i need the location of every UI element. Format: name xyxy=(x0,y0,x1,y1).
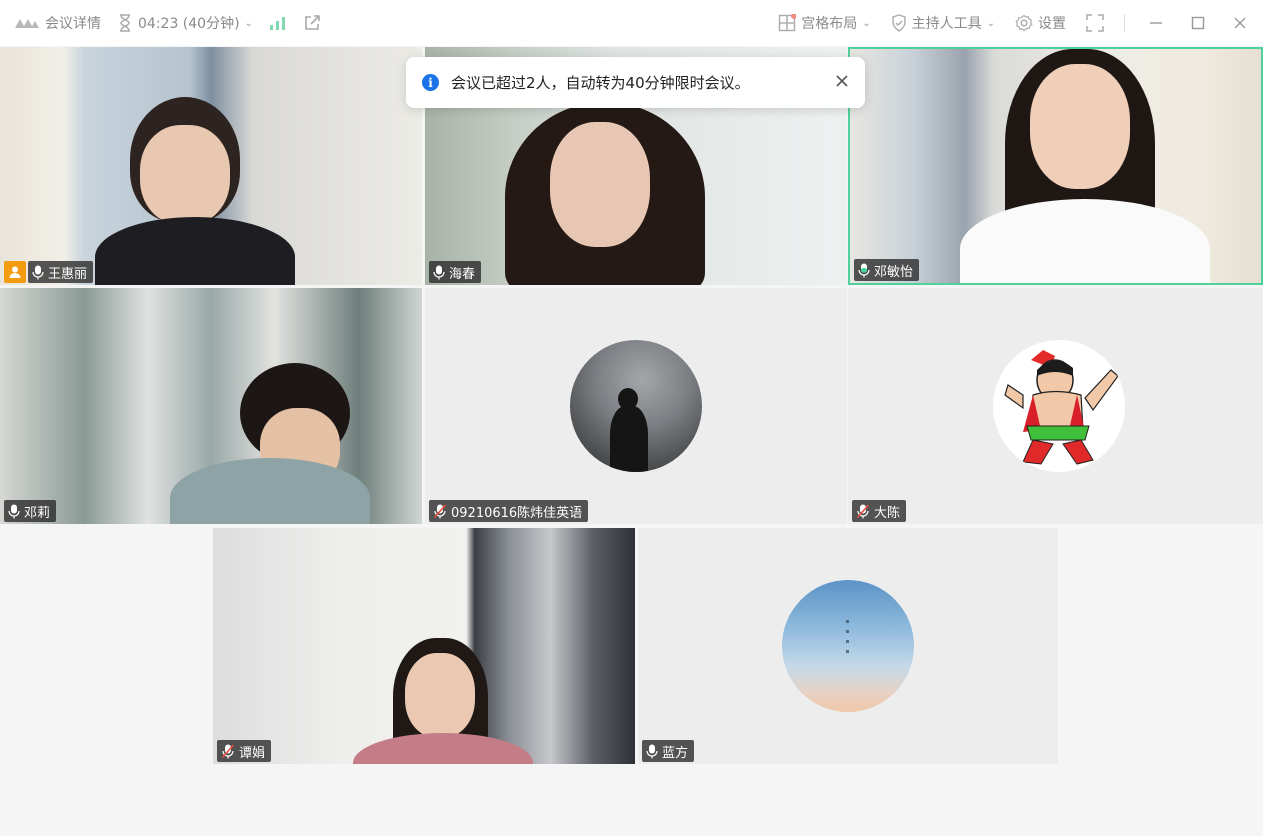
participant-name: 09210616陈炜佳英语 xyxy=(451,505,583,521)
chevron-down-icon: ⌄ xyxy=(862,17,871,29)
participant-tile[interactable]: 09210616陈炜佳英语 xyxy=(425,288,847,524)
video-person xyxy=(960,49,1210,283)
chevron-down-icon: ⌄ xyxy=(986,17,995,29)
participant-name: 邓莉 xyxy=(24,505,51,521)
participant-name-tag: 海春 xyxy=(429,261,482,283)
signal-bars-icon xyxy=(269,17,285,30)
participant-name-tag: 09210616陈炜佳英语 xyxy=(429,500,589,522)
maximize-icon xyxy=(1191,16,1205,30)
microphone-icon xyxy=(8,504,20,518)
network-signal[interactable] xyxy=(269,15,287,31)
participant-name-tag: 邓敏怡 xyxy=(854,259,920,281)
shield-check-icon xyxy=(891,14,906,32)
toast-message: 会议已超过2人，自动转为40分钟限时会议。 xyxy=(451,74,750,92)
participant-avatar xyxy=(782,580,914,712)
participant-name-tag: 蓝方 xyxy=(642,740,695,762)
video-person xyxy=(353,638,533,764)
hourglass-icon xyxy=(120,14,130,32)
grid-layout-label: 宫格布局 xyxy=(801,16,858,32)
participant-name: 海春 xyxy=(449,266,476,282)
grid-layout-button[interactable]: 宫格布局 ⌄ xyxy=(778,13,871,33)
microphone-icon xyxy=(433,265,445,279)
minimize-button[interactable] xyxy=(1145,12,1167,34)
external-link-icon xyxy=(305,15,320,30)
microphone-muted-icon xyxy=(856,503,870,518)
timer-label: 04:23 (40分钟) xyxy=(138,16,240,32)
meeting-details-label: 会议详情 xyxy=(45,16,101,32)
fullscreen-button[interactable] xyxy=(1086,14,1104,32)
video-person xyxy=(505,102,725,285)
host-tools-label: 主持人工具 xyxy=(911,16,982,32)
gear-icon xyxy=(1015,14,1033,32)
microphone-muted-icon xyxy=(433,503,447,518)
minimize-icon xyxy=(1150,22,1162,24)
meeting-timer[interactable]: 04:23 (40分钟) ⌄ xyxy=(117,13,253,33)
microphone-speaking-icon xyxy=(858,263,870,277)
share-link-button[interactable] xyxy=(303,14,321,32)
settings-label: 设置 xyxy=(1038,16,1066,32)
microphone-muted-icon xyxy=(221,743,235,758)
toolbar-divider xyxy=(1124,14,1125,32)
toast-close-button[interactable] xyxy=(835,72,849,93)
host-tools-button[interactable]: 主持人工具 ⌄ xyxy=(891,13,995,33)
participant-avatar xyxy=(993,340,1125,472)
video-person xyxy=(95,97,295,285)
participant-name-tag: 邓莉 xyxy=(4,500,57,522)
cartoon-calabash-boy-avatar xyxy=(1004,350,1119,465)
close-window-button[interactable] xyxy=(1229,12,1251,34)
grid-layout-icon xyxy=(779,14,797,32)
participant-tile[interactable]: 邓莉 xyxy=(0,288,422,524)
fullscreen-icon xyxy=(1086,14,1104,32)
microphone-icon xyxy=(32,265,44,279)
participant-name: 邓敏怡 xyxy=(874,264,914,280)
microphone-icon xyxy=(646,744,658,758)
participant-tile[interactable]: 谭娟 xyxy=(213,528,635,764)
participant-avatar xyxy=(570,340,702,472)
tencent-meeting-logo-icon xyxy=(15,19,39,28)
close-icon xyxy=(836,75,848,87)
participant-name: 谭娟 xyxy=(239,745,266,761)
participant-name-tag: 大陈 xyxy=(852,500,907,522)
host-user-icon xyxy=(9,266,21,278)
participant-name-tag: 王惠丽 xyxy=(28,261,94,283)
info-icon: i xyxy=(422,74,439,91)
close-icon xyxy=(1234,17,1246,29)
participant-name-tag: 谭娟 xyxy=(217,740,272,762)
chevron-down-icon: ⌄ xyxy=(244,17,253,29)
top-bar: 会议详情 04:23 (40分钟) ⌄ 宫格布局 ⌄ 主持人工具 ⌄ 设置 xyxy=(0,0,1263,46)
host-badge xyxy=(4,261,26,283)
maximize-button[interactable] xyxy=(1187,12,1209,34)
meeting-details-button[interactable]: 会议详情 xyxy=(14,13,101,33)
video-person xyxy=(170,363,370,524)
avatar-vertical-lettering xyxy=(846,620,849,653)
participant-tile[interactable]: 蓝方 xyxy=(638,528,1058,764)
participant-tile[interactable]: 王惠丽 xyxy=(0,47,422,285)
participant-name: 大陈 xyxy=(874,505,901,521)
participant-tile[interactable]: 大陈 xyxy=(848,288,1263,524)
participant-name: 王惠丽 xyxy=(48,266,88,282)
participant-name: 蓝方 xyxy=(662,745,689,761)
settings-button[interactable]: 设置 xyxy=(1015,13,1066,33)
participant-tile-active-speaker[interactable]: 邓敏怡 xyxy=(848,47,1263,285)
meeting-limit-toast: i 会议已超过2人，自动转为40分钟限时会议。 xyxy=(406,57,865,108)
